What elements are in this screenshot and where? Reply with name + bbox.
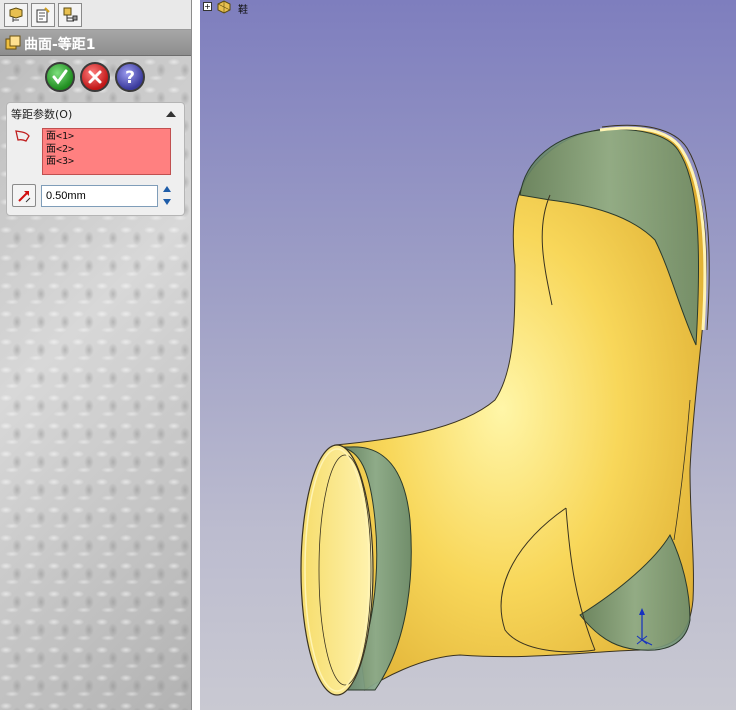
checkmark-icon — [52, 69, 68, 85]
manager-tab-strip — [0, 0, 191, 30]
selected-faces-list[interactable]: 面<1> 面<2> 面<3> — [42, 128, 171, 175]
spin-up-icon[interactable] — [162, 185, 172, 193]
list-item[interactable]: 面<3> — [46, 156, 170, 169]
close-icon — [88, 70, 102, 84]
help-icon: ? — [125, 68, 135, 86]
graphics-viewport[interactable]: + 鞋 — [200, 0, 736, 710]
reverse-direction-icon — [18, 191, 31, 203]
list-item[interactable]: 面<2> — [46, 144, 170, 157]
tab-configuration-manager[interactable] — [58, 3, 82, 27]
spin-down-icon[interactable] — [162, 198, 172, 206]
configuration-manager-icon — [63, 7, 78, 22]
list-item[interactable]: 面<1> — [46, 131, 170, 144]
feature-tree-icon — [9, 7, 23, 22]
collapse-arrow-icon[interactable] — [166, 111, 176, 117]
cancel-button[interactable] — [80, 62, 110, 92]
help-button[interactable]: ? — [115, 62, 145, 92]
offset-surface-icon — [5, 35, 21, 50]
offset-parameters-group: 等距参数(O) 面<1> 面<2> 面<3> — [6, 102, 185, 216]
svg-text:?: ? — [125, 68, 135, 86]
feature-title: 曲面-等距1 — [24, 37, 96, 53]
property-manager-icon — [36, 7, 50, 23]
boot-3d-model[interactable] — [200, 0, 736, 710]
feature-title-bar: 曲面-等距1 — [0, 30, 191, 56]
offset-parameters-header[interactable]: 等距参数(O) — [11, 106, 72, 122]
reverse-direction-button[interactable] — [12, 184, 36, 207]
tab-feature-manager[interactable] — [4, 3, 28, 27]
surface-selection-icon — [15, 130, 30, 142]
ok-button[interactable] — [45, 62, 75, 92]
property-manager-panel: 曲面-等距1 ? 等距参数(O) 面<1> 面<2> 面<3> — [0, 0, 192, 710]
tab-property-manager[interactable] — [31, 3, 55, 27]
offset-distance-input[interactable] — [41, 185, 158, 207]
